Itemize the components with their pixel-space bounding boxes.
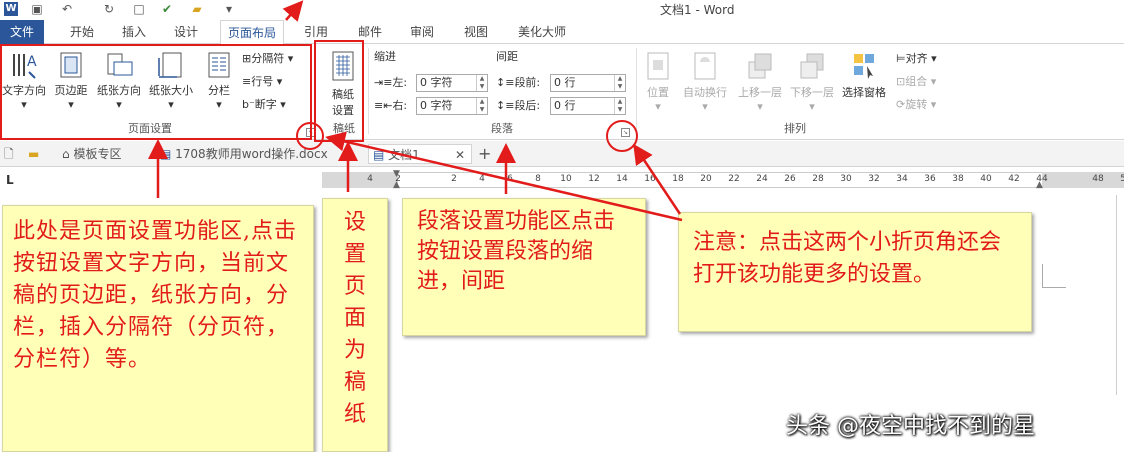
arrow-to-paragraph-launcher (633, 143, 682, 215)
annotation-arrows (148, 0, 683, 222)
arrow-to-page-layout-tab (282, 0, 304, 22)
watermark: 头条 @夜空中找不到的星 (786, 414, 1035, 439)
